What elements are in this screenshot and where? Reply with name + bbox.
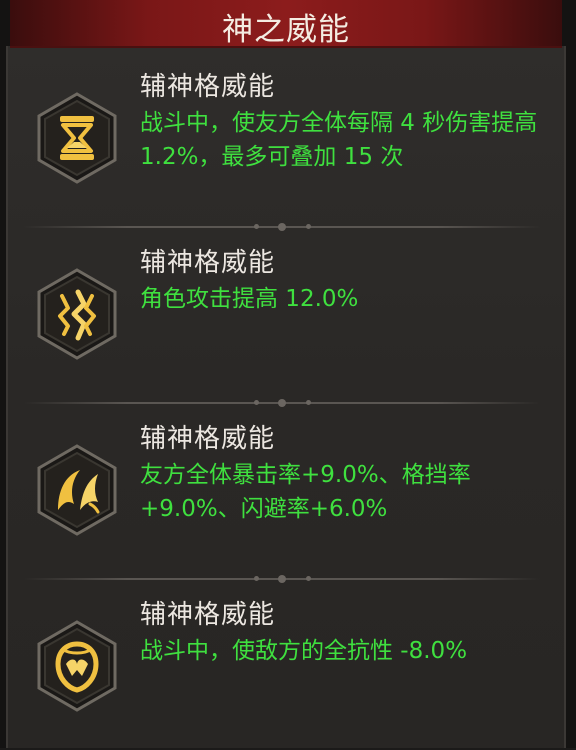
skill-item[interactable]: 辅神格威能 战斗中，使敌方的全抗性 -8.0% (6, 574, 562, 750)
skill-title: 辅神格威能 (140, 600, 276, 630)
skill-item[interactable]: 辅神格威能 角色攻击提高 12.0% (6, 222, 562, 398)
skill-description: 战斗中，使敌方的全抗性 -8.0% (140, 638, 468, 664)
skill-title: 辅神格威能 (140, 424, 276, 454)
wing-icon (36, 444, 118, 536)
skill-item[interactable]: 辅神格威能 友方全体暴击率+9.0%、格挡率+9.0%、闪避率+6.0% (6, 398, 562, 574)
skill-description: 战斗中，使友方全体每隔 4 秒伤害提高 1.2%，最多可叠加 15 次 (140, 110, 538, 170)
skill-title: 辅神格威能 (140, 248, 276, 278)
skill-description: 角色攻击提高 12.0% (140, 286, 359, 312)
shield-icon (36, 620, 118, 712)
skill-item[interactable]: 辅神格威能 战斗中，使友方全体每隔 4 秒伤害提高 1.2%，最多可叠加 15 … (6, 46, 562, 222)
panel-header: 神之威能 (10, 0, 562, 48)
hourglass-icon (36, 92, 118, 184)
skill-description: 友方全体暴击率+9.0%、格挡率+9.0%、闪避率+6.0% (140, 462, 471, 522)
skill-title: 辅神格威能 (140, 72, 276, 102)
lightning-icon (36, 268, 118, 360)
panel-title: 神之威能 (222, 12, 350, 48)
